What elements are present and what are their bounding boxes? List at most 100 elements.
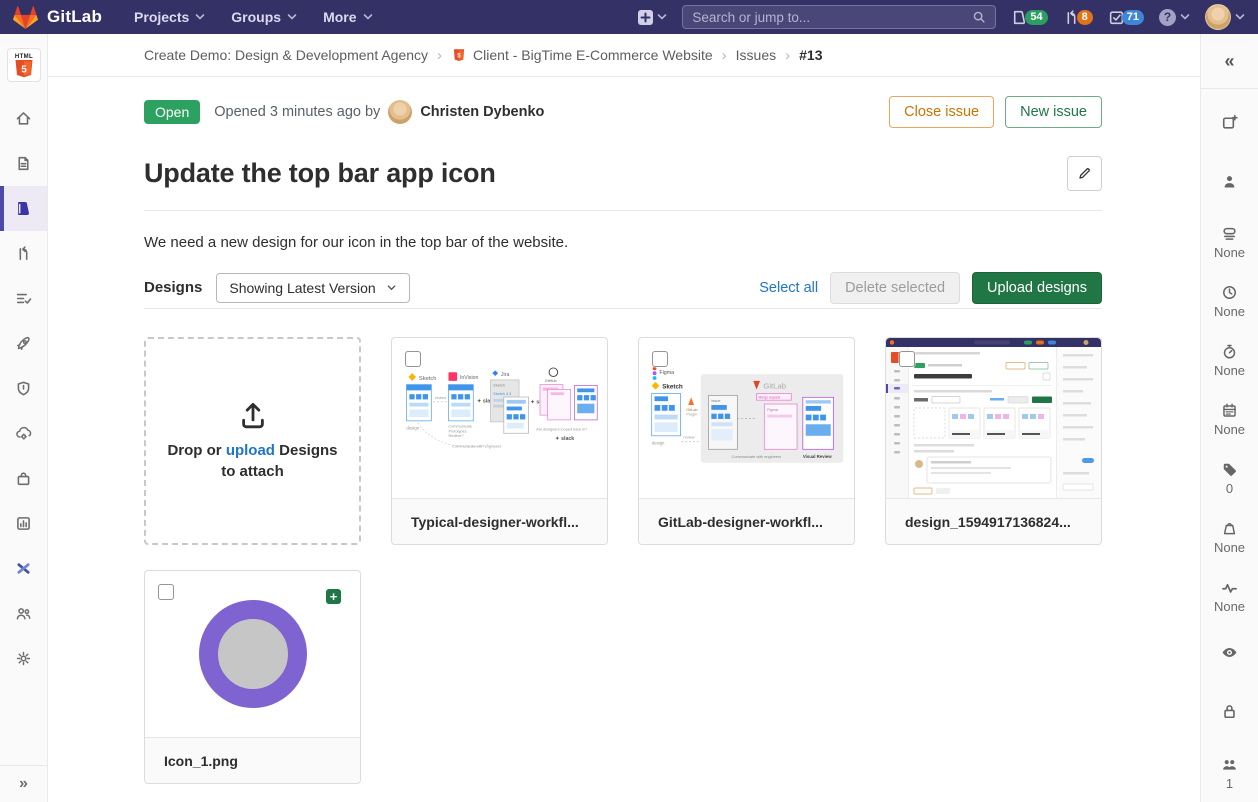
breadcrumb-issues[interactable]: Issues (736, 47, 776, 63)
sidebar-due-date[interactable]: None (1201, 390, 1258, 449)
sidebar-item-analytics[interactable] (0, 501, 47, 546)
breadcrumb-separator: › (722, 47, 727, 64)
version-filter-dropdown[interactable]: Showing Latest Version (216, 273, 409, 303)
svg-text:GitLab: GitLab (763, 382, 786, 391)
design-card-typical-workflow[interactable]: Sketch design review InVision Communicat… (391, 337, 608, 545)
sidebar-item-operations[interactable] (0, 411, 47, 456)
design-checkbox[interactable] (652, 351, 668, 367)
nav-todos-counter[interactable]: 71 (1108, 9, 1144, 26)
design-filename: design_1594917136824... (905, 514, 1071, 530)
search-input[interactable] (692, 10, 972, 25)
svg-text:design: design (652, 440, 665, 445)
issue-title: Update the top bar app icon (144, 156, 496, 190)
svg-text:design: design (407, 425, 420, 430)
issue-title-row: Update the top bar app icon (144, 156, 1102, 191)
health-status-icon (1221, 579, 1238, 596)
sidebar-weight[interactable]: None (1201, 507, 1258, 566)
nav-merge-requests-counter[interactable]: 8 (1063, 9, 1093, 26)
chevron-down-icon (1235, 13, 1245, 21)
sidebar-item-repository[interactable] (0, 141, 47, 186)
new-menu-button[interactable] (638, 10, 667, 25)
design-dropzone[interactable]: Drop or upload Designs to attach (144, 337, 361, 545)
sidebar-participants[interactable]: 1 (1201, 743, 1258, 802)
new-issue-button[interactable]: New issue (1005, 96, 1102, 128)
sidebar-item-packages[interactable] (0, 456, 47, 501)
global-search[interactable] (682, 5, 996, 29)
sidebar-item-external-integration[interactable] (0, 546, 47, 591)
svg-text:Sketch: Sketch (419, 376, 436, 382)
sidebar-item-members[interactable] (0, 591, 47, 636)
chevron-double-right-icon: » (19, 775, 28, 793)
svg-text:InVision: InVision (460, 375, 479, 381)
design-checkbox[interactable] (899, 351, 915, 367)
design-checkbox[interactable] (158, 584, 174, 600)
lock-icon (1221, 703, 1238, 720)
mr-count-badge: 8 (1077, 10, 1093, 25)
upload-link[interactable]: upload (226, 442, 275, 459)
breadcrumb-group[interactable]: Create Demo: Design & Development Agency (144, 47, 428, 63)
participants-icon (1221, 756, 1238, 773)
sidebar-item-project-overview[interactable] (0, 96, 47, 141)
help-icon: ? (1159, 9, 1176, 26)
rocket-icon (15, 335, 32, 352)
design-thumbnail-gitlab-diagram: Figma Sketch design review GitLabPlugin … (639, 338, 854, 498)
svg-text:Sketch 4.3: Sketch 4.3 (493, 392, 511, 396)
sidebar-item-merge-requests[interactable] (0, 231, 47, 276)
sidebar-confidentiality[interactable] (1201, 625, 1258, 684)
nav-issues-counter[interactable]: 54 (1011, 9, 1047, 26)
upload-designs-button[interactable]: Upload designs (972, 272, 1102, 304)
svg-text:Figma: Figma (659, 370, 674, 376)
sidebar-item-requirements[interactable] (0, 276, 47, 321)
sidebar-assignee[interactable] (1201, 154, 1258, 213)
design-card-screenshot[interactable]: design_1594917136824... (885, 337, 1102, 545)
help-menu-button[interactable]: ? (1159, 9, 1190, 26)
sidebar-expand-button[interactable]: « (1201, 34, 1258, 89)
new-version-badge: + (326, 589, 341, 604)
delete-selected-button[interactable]: Delete selected (830, 272, 960, 304)
sidebar-labels[interactable]: 0 (1201, 449, 1258, 508)
breadcrumb-project[interactable]: 5 Client - BigTime E-Commerce Website (451, 47, 713, 63)
svg-text:Plugin: Plugin (686, 413, 697, 417)
cloud-gear-icon (15, 425, 32, 442)
sidebar-item-ci-cd[interactable] (0, 321, 47, 366)
sidebar-todo-button[interactable] (1201, 95, 1258, 154)
design-card-footer: GitLab-designer-workfl... (639, 498, 854, 544)
sidebar-epic[interactable]: None (1201, 213, 1258, 272)
sidebar-item-security[interactable] (0, 366, 47, 411)
issue-state-badge: Open (144, 100, 200, 124)
sidebar-health-status[interactable]: None (1201, 566, 1258, 625)
design-card-gitlab-workflow[interactable]: Figma Sketch design review GitLabPlugin … (638, 337, 855, 545)
issue-sidebar-collapsed: « None None None None 0 None None (1200, 34, 1258, 802)
breadcrumb-issue-number: #13 (799, 47, 822, 63)
search-icon (972, 10, 986, 24)
sidebar-milestone[interactable]: None (1201, 272, 1258, 331)
sidebar-time-tracking[interactable]: None (1201, 331, 1258, 390)
design-checkbox[interactable] (405, 351, 421, 367)
select-all-link[interactable]: Select all (759, 280, 818, 296)
svg-text:review: review (683, 436, 694, 440)
chevron-down-icon (363, 13, 373, 21)
designs-heading: Designs (144, 279, 202, 296)
design-card-icon[interactable]: + Icon_1.png (144, 570, 361, 784)
todo-count-badge: 71 (1122, 10, 1144, 25)
gitlab-logo[interactable]: GitLab (13, 5, 102, 30)
todo-add-icon (1221, 114, 1238, 131)
upload-icon (238, 400, 268, 430)
nav-menu-projects[interactable]: Projects (124, 0, 215, 34)
edit-title-button[interactable] (1067, 156, 1102, 191)
nav-menu-more[interactable]: More (313, 0, 382, 34)
project-avatar-html5[interactable]: HTML 5 (7, 48, 41, 82)
sidebar-collapse-button[interactable]: » (0, 765, 47, 802)
svg-text:Prototypes: Prototypes (448, 429, 466, 433)
issue-status-row: Open Opened 3 minutes ago by Christen Dy… (144, 95, 1102, 129)
author-name[interactable]: Christen Dybenko (420, 104, 544, 120)
close-issue-button[interactable]: Close issue (889, 96, 994, 128)
nav-menu-groups[interactable]: Groups (221, 0, 307, 34)
svg-text:Communicate: Communicate (448, 425, 471, 429)
sidebar-item-settings[interactable] (0, 636, 47, 681)
sidebar-lock[interactable] (1201, 684, 1258, 743)
sidebar-item-issues[interactable] (0, 186, 47, 231)
plus-square-icon (638, 10, 653, 25)
user-menu-button[interactable] (1205, 4, 1245, 30)
author-avatar[interactable] (388, 100, 412, 124)
